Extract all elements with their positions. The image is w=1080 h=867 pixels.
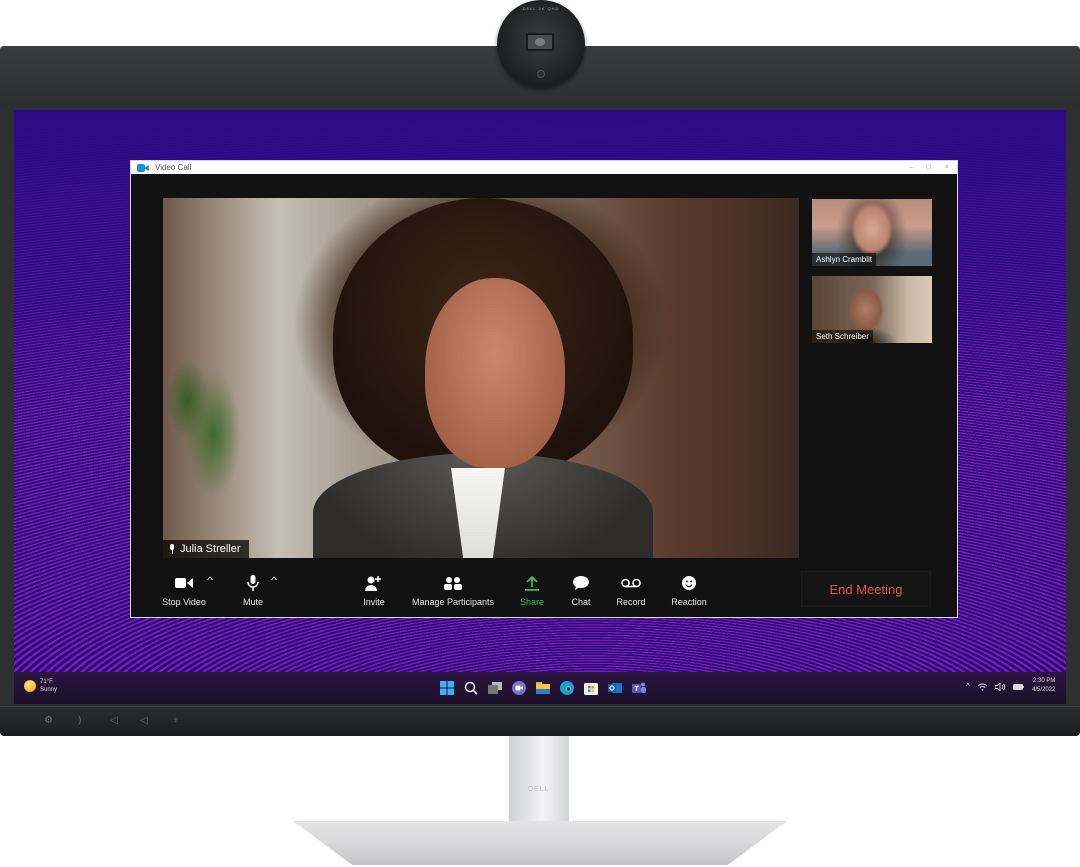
smiley-icon [682, 575, 696, 591]
share-upload-icon [525, 575, 539, 591]
monitor-volume-up-icon[interactable]: ◁ [140, 716, 148, 726]
video-call-app-icon [137, 163, 149, 172]
wifi-icon[interactable] [977, 683, 988, 691]
participant-face [425, 278, 565, 468]
clock-time: 2:30 PM [1033, 678, 1056, 684]
taskbar-clock[interactable]: 2:30 PM 4/5/2022 [1032, 677, 1055, 695]
monitor-photo: DELL 2K QHD Video Call – □ × Julia Strel… [0, 0, 1080, 867]
show-hidden-icons-chevron[interactable]: ^ [966, 682, 970, 691]
microphone-icon [247, 575, 259, 591]
edge-browser-icon[interactable] [559, 680, 575, 696]
sun-icon [24, 680, 36, 692]
participants-icon [444, 575, 462, 591]
audio-options-caret[interactable]: ^ [271, 575, 277, 585]
reaction-button[interactable]: Reaction [649, 575, 729, 607]
search-icon[interactable] [463, 680, 479, 696]
monitor-bezel-bottom [0, 706, 1080, 736]
window-title: Video Call [155, 163, 192, 172]
record-icon [621, 575, 641, 591]
window-titlebar[interactable]: Video Call – □ × [131, 161, 957, 174]
webcam: DELL 2K QHD [497, 0, 585, 88]
monitor-hook-button-icon[interactable]: ) [78, 716, 81, 726]
chat-bubble-icon [573, 575, 589, 591]
main-video-feed[interactable]: Julia Streller [163, 198, 799, 558]
manage-participants-button[interactable]: Manage Participants [412, 575, 494, 607]
task-view-icon[interactable] [487, 680, 503, 696]
weather-widget[interactable]: 71°F Sunny [24, 678, 57, 694]
main-participant-name: Julia Streller [180, 543, 241, 555]
mute-button[interactable]: Mute [213, 575, 293, 607]
microphone-icon [169, 544, 175, 554]
background-plant [163, 308, 263, 538]
weather-temperature: 71°F [40, 679, 53, 685]
weather-condition: Sunny [40, 687, 58, 693]
webcam-lens [526, 33, 554, 51]
webcam-label: DELL 2K QHD [522, 6, 560, 11]
minimize-button[interactable]: – [909, 164, 913, 172]
teams-icon[interactable] [631, 680, 647, 696]
maximize-button[interactable]: □ [927, 164, 931, 172]
participant-thumbnail[interactable]: Ashlyn Cramblit [812, 199, 932, 266]
thumbnail-name: Ashlyn Cramblit [812, 253, 877, 266]
webcam-sensor [537, 70, 545, 78]
thumbnail-name: Seth Schreiber [812, 330, 873, 343]
file-explorer-icon[interactable] [535, 680, 551, 696]
end-meeting-button[interactable]: End Meeting [801, 571, 931, 607]
system-tray: ^ [966, 682, 1024, 691]
windows-start-icon[interactable] [439, 680, 455, 696]
add-person-icon [365, 575, 383, 591]
microsoft-store-icon[interactable] [583, 680, 599, 696]
monitor-mic-mute-icon[interactable]: ♆ [172, 716, 180, 726]
invite-button[interactable]: Invite [334, 575, 414, 607]
video-call-window: Video Call – □ × Julia Streller Ashlyn C… [130, 160, 958, 618]
meeting-toolbar: Stop Video ^ Mute ^ Invite Manage Partic… [131, 561, 957, 618]
clock-date: 4/5/2022 [1032, 687, 1056, 693]
dell-logo: DELL [528, 786, 550, 793]
main-participant-name-tag: Julia Streller [163, 540, 249, 558]
windows-taskbar: 71°F Sunny ^ 2:30 PM 4/5/2022 [14, 672, 1066, 704]
video-camera-icon [175, 575, 193, 591]
monitor-volume-down-icon[interactable]: ◁ [110, 716, 118, 726]
battery-icon[interactable] [1012, 683, 1024, 690]
close-button[interactable]: × [945, 164, 949, 172]
taskbar-apps [439, 680, 647, 696]
participant-thumbnail[interactable]: Seth Schreiber [812, 276, 932, 343]
monitor-teams-button-icon[interactable]: ⚙ [44, 716, 53, 726]
volume-icon[interactable] [994, 682, 1006, 691]
desktop-screen: Video Call – □ × Julia Streller Ashlyn C… [14, 110, 1066, 704]
chat-app-icon[interactable] [511, 680, 527, 696]
outlook-icon[interactable] [607, 680, 623, 696]
